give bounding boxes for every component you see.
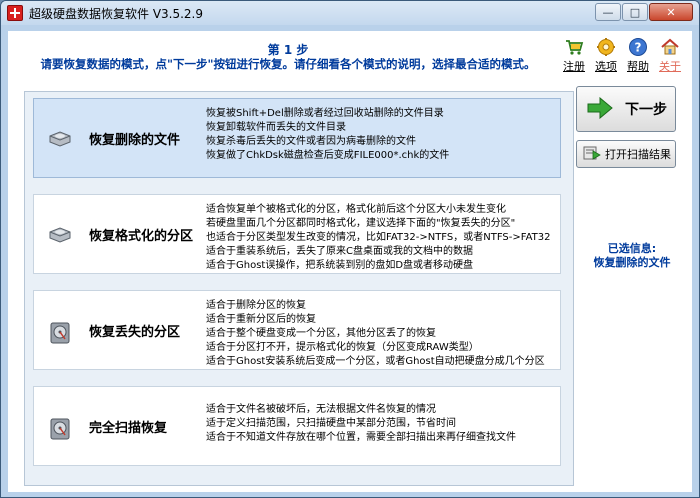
mode-name: 恢复丢失的分区 [89, 325, 181, 340]
mode-desc-line: 恢复做了ChkDsk磁盘检查后变成FILE000*.chk的文件 [206, 150, 450, 161]
selected-info-title: 已选信息: [607, 242, 657, 255]
cart-icon [564, 37, 584, 57]
mode-desc-line: 适合于分区打不开，提示格式化的恢复（分区变成RAW类型） [206, 342, 479, 353]
header: 第 1 步 请要恢复数据的模式，点"下一步"按钮进行恢复。请仔细看各个模式的说明… [8, 31, 692, 83]
mode-desc-line: 适于定义扫描范围，只扫描硬盘中某部分范围，节省时间 [206, 418, 456, 429]
app-window: 超级硬盘数据恢复软件 V3.5.2.9 — □ ✕ 第 1 步 请要恢复数据的模… [0, 0, 700, 498]
mode-desc-line: 适合于文件名被破坏后，无法根据文件名恢复的情况 [206, 404, 436, 415]
folder-icon [583, 145, 601, 164]
mode-description: 适合于删除分区的恢复 适合于重新分区后的恢复 适合于整个硬盘变成一个分区，其他分… [206, 299, 556, 369]
help-label: 帮助 [627, 60, 649, 73]
mode-list: 恢复删除的文件 恢复被Shift+Del删除或者经过回收站删除的文件目录 恢复卸… [24, 91, 574, 486]
mode-desc-line: 适合于重新分区后的恢复 [206, 314, 316, 325]
mode-option-format[interactable]: 恢复格式化的分区 适合恢复单个被格式化的分区，格式化前后这个分区大小未发生变化 … [33, 194, 561, 274]
help-icon: ? [628, 37, 648, 57]
mode-desc-line: 恢复杀毒后丢失的文件或者因为病毒删除的文件 [206, 136, 416, 147]
options-button[interactable]: 选项 [594, 37, 618, 74]
mode-desc-line: 若硬盘里面几个分区都同时格式化，建议选择下面的"恢复丢失的分区" [206, 218, 516, 229]
maximize-button[interactable]: □ [622, 3, 648, 21]
home-icon [660, 37, 680, 57]
mode-desc-line: 适合于Ghost安装系统后变成一个分区，或者Ghost自动把硬盘分成几个分区 [206, 356, 545, 367]
help-button[interactable]: ? 帮助 [626, 37, 650, 74]
hard-disk-icon [48, 321, 72, 344]
register-label: 注册 [563, 60, 585, 73]
next-step-button[interactable]: 下一步 [576, 86, 676, 132]
client-area: 第 1 步 请要恢复数据的模式，点"下一步"按钮进行恢复。请仔细看各个模式的说明… [8, 31, 692, 492]
selected-info-value: 恢复删除的文件 [593, 256, 671, 269]
arrow-right-icon [587, 96, 613, 122]
mode-description: 恢复被Shift+Del删除或者经过回收站删除的文件目录 恢复卸载软件而丢失的文… [206, 107, 556, 163]
mode-desc-line: 也适合于分区类型发生改变的情况，比如FAT32->NTFS，或者NTFS->FA… [206, 232, 551, 243]
app-logo-icon [7, 5, 23, 21]
mode-desc-line: 适合于整个硬盘变成一个分区，其他分区丢了的恢复 [206, 328, 436, 339]
about-label: 关于 [659, 60, 681, 73]
next-step-label: 下一步 [625, 102, 667, 118]
options-label: 选项 [595, 60, 617, 73]
hard-disk-icon [48, 225, 72, 245]
mode-desc-line: 适合于Ghost误操作，把系统装到别的盘如D盘或者移动硬盘 [206, 260, 474, 271]
open-scan-results-button[interactable]: 打开扫描结果 [576, 140, 676, 168]
svg-text:?: ? [635, 41, 642, 55]
mode-name: 完全扫描恢复 [89, 421, 168, 436]
mode-description: 适合恢复单个被格式化的分区，格式化前后这个分区大小未发生变化 若硬盘里面几个分区… [206, 203, 556, 273]
mode-desc-line: 适合于删除分区的恢复 [206, 300, 306, 311]
mode-desc-line: 适合于不知道文件存放在哪个位置，需要全部扫描出来再仔细查找文件 [206, 432, 516, 443]
mode-name: 恢复删除的文件 [89, 133, 181, 148]
mode-desc-line: 适合恢复单个被格式化的分区，格式化前后这个分区大小未发生变化 [206, 204, 506, 215]
mode-name: 恢复格式化的分区 [89, 229, 194, 244]
step-instruction: 请要恢复数据的模式，点"下一步"按钮进行恢复。请仔细看各个模式的说明，选择最合适… [40, 57, 536, 71]
toolbar: 注册 选项 ? 帮助 关于 [562, 37, 682, 74]
mode-option-lost-partition[interactable]: 恢复丢失的分区 适合于删除分区的恢复 适合于重新分区后的恢复 适合于整个硬盘变成… [33, 290, 561, 370]
close-button[interactable]: ✕ [649, 3, 693, 21]
window-controls: — □ ✕ [595, 3, 693, 21]
open-scan-results-label: 打开扫描结果 [605, 148, 671, 161]
hard-disk-icon [48, 129, 72, 149]
window-title: 超级硬盘数据恢复软件 V3.5.2.9 [29, 6, 204, 21]
mode-desc-line: 恢复被Shift+Del删除或者经过回收站删除的文件目录 [206, 108, 444, 119]
mode-desc-line: 适合于重装系统后，丢失了原来C盘桌面或我的文档中的数据 [206, 246, 473, 257]
mode-description: 适合于文件名被破坏后，无法根据文件名恢复的情况 适于定义扫描范围，只扫描硬盘中某… [206, 403, 556, 445]
register-button[interactable]: 注册 [562, 37, 586, 74]
mode-option-delete[interactable]: 恢复删除的文件 恢复被Shift+Del删除或者经过回收站删除的文件目录 恢复卸… [33, 98, 561, 178]
minimize-button[interactable]: — [595, 3, 621, 21]
gear-icon [596, 37, 616, 57]
about-button[interactable]: 关于 [658, 37, 682, 74]
mode-option-full-scan[interactable]: 完全扫描恢复 适合于文件名被破坏后，无法根据文件名恢复的情况 适于定义扫描范围，… [33, 386, 561, 466]
title-bar[interactable]: 超级硬盘数据恢复软件 V3.5.2.9 — □ ✕ [1, 1, 699, 25]
hard-disk-icon [48, 417, 72, 440]
mode-desc-line: 恢复卸载软件而丢失的文件目录 [206, 122, 346, 133]
selected-info: 已选信息: 恢复删除的文件 [576, 242, 688, 270]
